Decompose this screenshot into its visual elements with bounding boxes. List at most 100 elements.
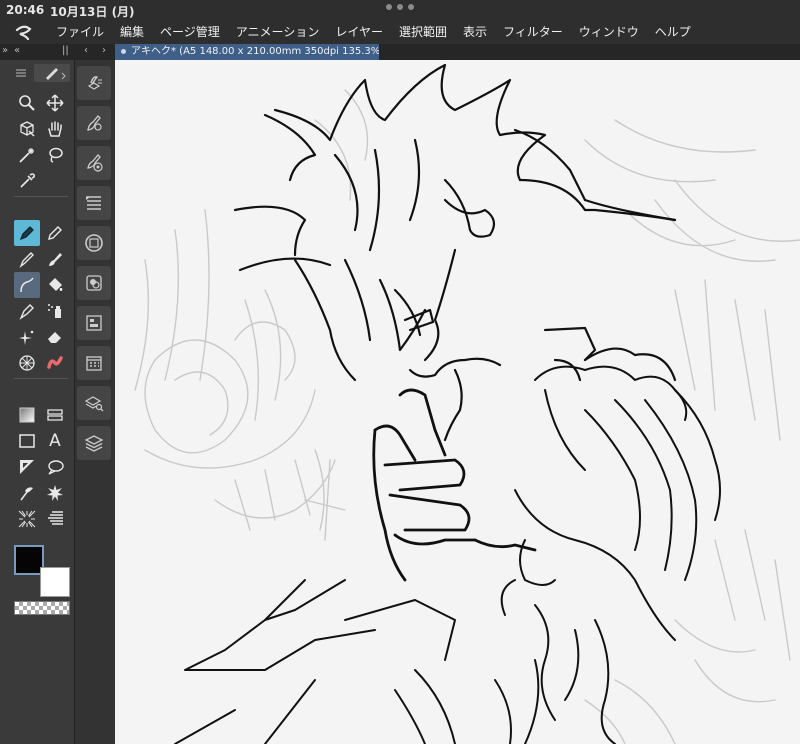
marker-tool[interactable] bbox=[14, 246, 40, 272]
color-set-icon bbox=[86, 315, 102, 331]
magic-wand-icon bbox=[19, 148, 34, 163]
text-tool[interactable]: A bbox=[42, 428, 68, 454]
nav-left-icon[interactable]: ‹ bbox=[84, 45, 88, 56]
paint-bucket-icon bbox=[49, 278, 63, 291]
clock-time: 20:46 bbox=[6, 3, 45, 17]
menu-edit[interactable]: 編集 bbox=[112, 20, 152, 44]
sub-tool-list-icon bbox=[86, 196, 101, 210]
menu-filter[interactable]: フィルター bbox=[495, 20, 571, 44]
tool-divider-2 bbox=[14, 378, 68, 384]
intermediate-color-icon bbox=[86, 356, 102, 371]
nav-right-icon[interactable]: › bbox=[102, 45, 106, 56]
tool-panel-header bbox=[12, 64, 70, 82]
layer-property-palette[interactable] bbox=[77, 66, 111, 100]
menu-page[interactable]: ページ管理 bbox=[152, 20, 228, 44]
frame-border-icon bbox=[47, 409, 63, 421]
perspective-ruler-icon bbox=[19, 355, 35, 371]
panel-grip-icon[interactable]: || bbox=[62, 45, 69, 56]
magnifier-icon bbox=[19, 95, 35, 111]
document-tab[interactable]: アキヘク* (A5 148.00 x 210.00mm 350dpi 135.3… bbox=[115, 44, 379, 60]
menu-view[interactable]: 表示 bbox=[455, 20, 495, 44]
menu-animation[interactable]: アニメーション bbox=[228, 20, 328, 44]
menu-bar: ファイル 編集 ページ管理 アニメーション レイヤー 選択範囲 表示 フィルター… bbox=[0, 20, 800, 44]
object-cube-icon bbox=[20, 121, 35, 137]
tool-tab-pen[interactable] bbox=[34, 64, 70, 82]
balloon-tool[interactable] bbox=[42, 454, 68, 480]
brush-icon bbox=[49, 253, 62, 266]
menu-selection[interactable]: 選択範囲 bbox=[391, 20, 455, 44]
multitasking-dots-icon[interactable] bbox=[382, 4, 418, 14]
collapse-left2-icon[interactable]: « bbox=[14, 45, 20, 56]
correct-line-tool[interactable] bbox=[14, 480, 40, 506]
pencil-icon bbox=[48, 226, 62, 240]
decoration-tool[interactable] bbox=[14, 324, 40, 350]
sub-tool-palette[interactable] bbox=[77, 186, 111, 220]
tool-settings-icon bbox=[87, 115, 102, 131]
approximate-color-palette[interactable] bbox=[77, 346, 111, 380]
hand-tool[interactable] bbox=[42, 116, 68, 142]
sub-color-swatch[interactable] bbox=[40, 567, 70, 597]
collapse-left-icon[interactable]: » bbox=[2, 45, 8, 56]
speed-lines-tool[interactable] bbox=[42, 506, 68, 532]
lasso-icon bbox=[49, 147, 63, 163]
ruler-tool[interactable] bbox=[14, 454, 40, 480]
zoom-tool[interactable] bbox=[14, 90, 40, 116]
hand-icon bbox=[48, 121, 62, 137]
tool-grid: A bbox=[14, 90, 70, 532]
burst-tool[interactable] bbox=[42, 480, 68, 506]
frame-tool[interactable] bbox=[42, 402, 68, 428]
perspective-tool[interactable] bbox=[14, 350, 40, 376]
tool-divider bbox=[14, 196, 68, 202]
layer-palette[interactable] bbox=[77, 426, 111, 460]
rectangle-tool[interactable] bbox=[14, 428, 40, 454]
pen-icon bbox=[19, 226, 34, 241]
vector-pen-tool[interactable] bbox=[14, 272, 40, 298]
eyedropper-tool[interactable] bbox=[14, 168, 40, 194]
fill-tool[interactable] bbox=[42, 272, 68, 298]
sparkle-icon bbox=[19, 330, 34, 345]
move-tool[interactable] bbox=[42, 90, 68, 116]
lasso-tool[interactable] bbox=[42, 142, 68, 168]
line-art-illustration bbox=[134, 63, 800, 744]
menu-help[interactable]: ヘルプ bbox=[647, 20, 699, 44]
transparent-color-swatch[interactable] bbox=[14, 601, 70, 615]
status-bar: 20:46 10月13日 (月) bbox=[0, 0, 800, 20]
menu-window[interactable]: ウィンドウ bbox=[571, 20, 647, 44]
clock-date: 10月13日 (月) bbox=[50, 5, 135, 19]
palette-bar bbox=[75, 60, 115, 744]
speech-balloon-icon bbox=[48, 460, 64, 475]
layer-property-icon bbox=[87, 76, 102, 90]
gradient-icon bbox=[19, 407, 35, 423]
brush-size-icon bbox=[87, 154, 103, 172]
brush-size-palette[interactable] bbox=[77, 146, 111, 180]
drawing-canvas[interactable] bbox=[115, 60, 800, 744]
auto-select-tool[interactable] bbox=[14, 142, 40, 168]
pen-tool[interactable] bbox=[14, 220, 40, 246]
material-palette[interactable] bbox=[77, 386, 111, 420]
airbrush-tool[interactable] bbox=[42, 298, 68, 324]
color-wheel-palette[interactable] bbox=[77, 226, 111, 260]
focus-lines-tool[interactable] bbox=[14, 506, 40, 532]
menu-layer[interactable]: レイヤー bbox=[327, 20, 391, 44]
eraser-icon bbox=[48, 332, 61, 343]
menu-file[interactable]: ファイル bbox=[48, 20, 112, 44]
ink-pen-tool[interactable] bbox=[14, 298, 40, 324]
blend-tool[interactable] bbox=[42, 350, 68, 376]
speed-lines-icon bbox=[48, 511, 63, 525]
blend-icon bbox=[47, 356, 63, 369]
document-tab-label: アキヘク* (A5 148.00 x 210.00mm 350dpi 135.3… bbox=[131, 46, 379, 57]
pencil-tool[interactable] bbox=[42, 220, 68, 246]
modified-dot-icon bbox=[121, 48, 126, 54]
tool-property-palette[interactable] bbox=[77, 106, 111, 140]
burst-icon bbox=[47, 485, 63, 501]
color-set-palette[interactable] bbox=[77, 306, 111, 340]
color-slider-palette[interactable] bbox=[77, 266, 111, 300]
panel-menu-icon[interactable] bbox=[16, 68, 26, 78]
brush-tool[interactable] bbox=[42, 246, 68, 272]
app-logo-icon[interactable] bbox=[0, 20, 48, 44]
correct-line-icon bbox=[20, 487, 33, 501]
airbrush-icon bbox=[48, 304, 61, 318]
eraser-tool[interactable] bbox=[42, 324, 68, 350]
object-tool[interactable] bbox=[14, 116, 40, 142]
gradient-tool[interactable] bbox=[14, 402, 40, 428]
